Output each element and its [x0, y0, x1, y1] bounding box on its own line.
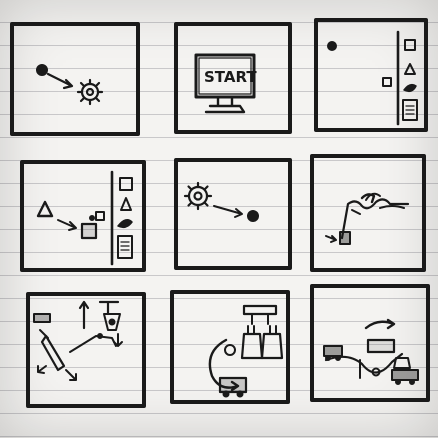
panel-4-content	[36, 170, 133, 266]
arrow-icon	[37, 365, 47, 374]
curve-arrow-icon	[364, 318, 396, 330]
cart-icon	[218, 376, 248, 394]
bottle-icon	[260, 332, 284, 360]
panel-5-frame	[174, 158, 292, 270]
panel-9-content	[323, 318, 419, 385]
panel-1-frame	[10, 22, 140, 136]
panel-2-content: START	[194, 53, 257, 114]
panel-3-content	[327, 30, 418, 126]
wavy-track	[340, 198, 410, 240]
panel-7-content	[33, 300, 123, 381]
square-icon	[80, 222, 98, 240]
storyboard-sketch: START	[10, 18, 430, 408]
arrow-icon	[46, 72, 74, 90]
dot-icon	[36, 64, 48, 76]
panel-6-content	[325, 192, 410, 245]
panel-8-content	[208, 304, 284, 398]
arrow-icon	[65, 369, 77, 381]
start-label: START	[204, 68, 257, 86]
figure-icon	[224, 344, 236, 356]
arrow-icon	[113, 333, 123, 347]
dot-icon	[247, 210, 259, 222]
rack-bar	[242, 304, 278, 316]
arrow-icon	[57, 219, 77, 231]
cart-icon	[339, 231, 351, 245]
card-icon	[117, 235, 133, 259]
bottle-icon	[240, 332, 264, 360]
leaf-icon	[117, 219, 133, 229]
monitor-stand	[204, 95, 246, 114]
arrow-icon	[78, 300, 90, 330]
panel-6-frame	[310, 154, 426, 272]
leaf-icon	[403, 83, 417, 93]
block-icon	[366, 338, 396, 354]
gear-icon	[76, 78, 104, 106]
block-icon	[33, 313, 51, 323]
vehicle-icon	[391, 357, 419, 385]
notebook-sheet: START	[0, 0, 438, 438]
dot-icon	[327, 41, 337, 51]
panel-5-content	[183, 181, 259, 222]
arrow-icon	[213, 205, 243, 218]
square-icon	[119, 177, 133, 191]
gear-icon	[183, 181, 213, 211]
square-icon	[404, 39, 416, 51]
panel-1-content	[36, 64, 104, 106]
triangle-icon	[120, 197, 132, 211]
small-square-icon	[382, 77, 392, 87]
triangle-icon	[404, 63, 416, 75]
small-square-icon	[95, 211, 105, 221]
bottle-icon	[40, 334, 66, 372]
triangle-icon	[36, 200, 54, 218]
dot-icon	[89, 215, 95, 221]
